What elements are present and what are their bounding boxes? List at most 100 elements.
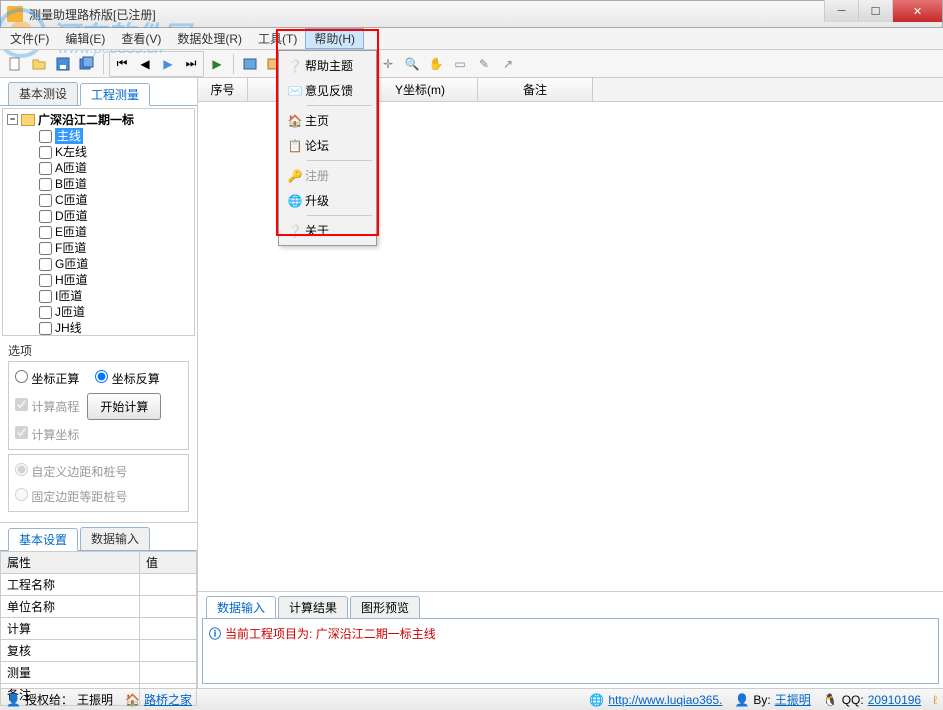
tab-basic-survey[interactable]: 基本测设	[8, 82, 78, 105]
prop-value-cell[interactable]	[140, 662, 197, 684]
tree-checkbox[interactable]	[39, 242, 52, 255]
tree-item-3[interactable]: B匝道	[39, 176, 190, 192]
tree-checkbox[interactable]	[39, 322, 52, 335]
tb-pen-icon[interactable]: ✎	[473, 53, 495, 75]
radio-inverse[interactable]: 坐标反算	[95, 370, 159, 387]
chk-elevation[interactable]: 计算高程	[15, 398, 79, 415]
tb-arrow-icon[interactable]: ↗	[497, 53, 519, 75]
help-forum-item[interactable]: 📋论坛	[281, 133, 374, 158]
tb-prev-icon[interactable]: ◀	[134, 53, 156, 75]
tb-hand-icon[interactable]: ✋	[425, 53, 447, 75]
tree-item-9[interactable]: H匝道	[39, 272, 190, 288]
tree-checkbox[interactable]	[39, 146, 52, 159]
prop-row[interactable]: 复核	[1, 640, 197, 662]
tree-item-1[interactable]: K左线	[39, 144, 190, 160]
tree-root[interactable]: − 广深沿江二期一标	[7, 111, 190, 128]
tree-item-7[interactable]: F匝道	[39, 240, 190, 256]
tb-first-icon[interactable]: ⏮	[111, 53, 133, 75]
help-home-item[interactable]: 🏠主页	[281, 108, 374, 133]
col-y[interactable]: Y坐标(m)	[363, 78, 478, 101]
tree-item-11[interactable]: J匝道	[39, 304, 190, 320]
tb-play-icon[interactable]: ▶	[206, 53, 228, 75]
prop-row[interactable]: 测量	[1, 662, 197, 684]
tree-item-8[interactable]: G匝道	[39, 256, 190, 272]
rb-tab-preview[interactable]: 图形预览	[350, 596, 420, 618]
prop-value-cell[interactable]	[140, 640, 197, 662]
tree-checkbox[interactable]	[39, 178, 52, 191]
tree-item-4[interactable]: C匝道	[39, 192, 190, 208]
calculate-button[interactable]: 开始计算	[87, 393, 161, 420]
left-bottom-tabs: 基本设置 数据输入 属性值 工程名称 单位名称 计算 复核 测量 备注	[0, 522, 197, 706]
status-home[interactable]: 🏠 路桥之家	[125, 691, 192, 708]
help-dropdown: ❔帮助主题 ✉️意见反馈 🏠主页 📋论坛 🔑注册 🌐升级 ❔关于	[278, 50, 377, 246]
tb-save-icon[interactable]	[52, 53, 74, 75]
prop-value-cell[interactable]	[140, 618, 197, 640]
help-about-item[interactable]: ❔关于	[281, 218, 374, 243]
close-button[interactable]: ✕	[892, 0, 942, 22]
tb-last-icon[interactable]: ⏭	[180, 53, 202, 75]
tree-checkbox[interactable]	[39, 210, 52, 223]
prop-row[interactable]: 单位名称	[1, 596, 197, 618]
help-topics-item[interactable]: ❔帮助主题	[281, 53, 374, 78]
tree-item-5[interactable]: D匝道	[39, 208, 190, 224]
menu-data[interactable]: 数据处理(R)	[169, 28, 250, 49]
tab-data-input[interactable]: 数据输入	[80, 527, 150, 550]
tb-target-icon[interactable]: ✛	[377, 53, 399, 75]
tb-next-icon[interactable]: ▶	[157, 53, 179, 75]
tab-basic-settings[interactable]: 基本设置	[8, 528, 78, 551]
tb-fit-icon[interactable]: ▭	[449, 53, 471, 75]
project-tree[interactable]: − 广深沿江二期一标 主线 K左线 A匝道 B匝道 C匝道 D匝道 E匝道 F匝…	[2, 108, 195, 336]
tree-checkbox[interactable]	[39, 290, 52, 303]
left-panel: 基本测设 工程测量 − 广深沿江二期一标 主线 K左线 A匝道 B匝道 C匝道 …	[0, 78, 198, 688]
radio-forward-input[interactable]	[15, 370, 28, 383]
radio-inverse-input[interactable]	[95, 370, 108, 383]
tree-checkbox[interactable]	[39, 130, 52, 143]
prop-value-cell[interactable]	[140, 596, 197, 618]
tb-open-icon[interactable]	[28, 53, 50, 75]
tree-item-6[interactable]: E匝道	[39, 224, 190, 240]
col-seq[interactable]: 序号	[198, 78, 248, 101]
status-url[interactable]: 🌐 http://www.luqiao365.	[589, 693, 722, 707]
col-note[interactable]: 备注	[478, 78, 593, 101]
menu-file[interactable]: 文件(F)	[2, 28, 57, 49]
status-by-name[interactable]: 王振明	[775, 691, 811, 708]
status-qq[interactable]: 🐧 QQ: 20910196	[823, 693, 921, 707]
home-icon: 🏠	[285, 114, 305, 128]
prop-value-cell[interactable]	[140, 574, 197, 596]
tb-zoom-icon[interactable]: 🔍	[401, 53, 423, 75]
status-auth-name: 王振明	[77, 691, 113, 708]
minimize-button[interactable]: ─	[824, 0, 858, 22]
menu-help[interactable]: 帮助(H)	[305, 28, 364, 49]
tree-checkbox[interactable]	[39, 274, 52, 287]
radio-forward[interactable]: 坐标正算	[15, 370, 79, 387]
menu-view[interactable]: 查看(V)	[113, 28, 169, 49]
tb-window1-icon[interactable]	[239, 53, 261, 75]
rb-tab-result[interactable]: 计算结果	[278, 596, 348, 618]
rb-tab-input[interactable]: 数据输入	[206, 596, 276, 618]
tree-checkbox[interactable]	[39, 258, 52, 271]
tree-checkbox[interactable]	[39, 226, 52, 239]
tree-checkbox[interactable]	[39, 162, 52, 175]
radio-custom[interactable]: 自定义边距和桩号	[15, 463, 182, 480]
help-register-item[interactable]: 🔑注册	[281, 163, 374, 188]
tree-item-0[interactable]: 主线	[39, 128, 190, 144]
prop-row[interactable]: 工程名称	[1, 574, 197, 596]
tb-saveall-icon[interactable]	[76, 53, 98, 75]
tree-checkbox[interactable]	[39, 194, 52, 207]
status-run[interactable]: ℓ	[933, 693, 937, 707]
tree-checkbox[interactable]	[39, 306, 52, 319]
help-upgrade-item[interactable]: 🌐升级	[281, 188, 374, 213]
menu-tools[interactable]: 工具(T)	[250, 28, 305, 49]
radio-fixed[interactable]: 固定边距等距桩号	[15, 488, 182, 505]
help-feedback-item[interactable]: ✉️意见反馈	[281, 78, 374, 103]
maximize-button[interactable]: ☐	[858, 0, 892, 22]
prop-row[interactable]: 计算	[1, 618, 197, 640]
menu-edit[interactable]: 编辑(E)	[57, 28, 113, 49]
tree-item-12[interactable]: JH线	[39, 320, 190, 336]
tab-project-survey[interactable]: 工程测量	[80, 83, 150, 106]
collapse-icon[interactable]: −	[7, 114, 18, 125]
tree-item-2[interactable]: A匝道	[39, 160, 190, 176]
chk-coord[interactable]: 计算坐标	[15, 428, 79, 442]
tb-new-icon[interactable]	[4, 53, 26, 75]
tree-item-10[interactable]: I匝道	[39, 288, 190, 304]
